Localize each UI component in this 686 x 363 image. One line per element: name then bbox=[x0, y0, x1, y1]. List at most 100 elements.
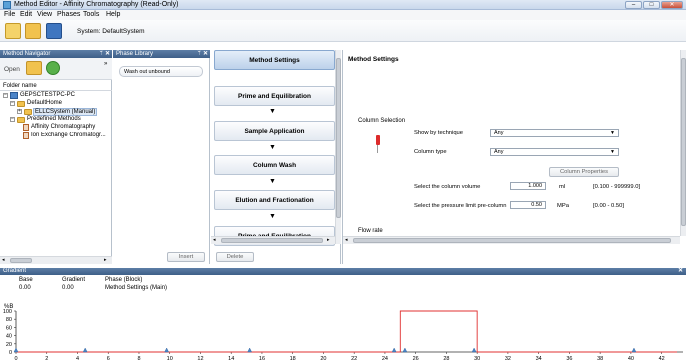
column-properties-button[interactable]: Column Properties bbox=[549, 167, 619, 177]
arrow-down-icon: ▼ bbox=[269, 213, 276, 220]
phase-marker bbox=[13, 347, 19, 353]
tree-item-ellc[interactable]: ELLCSystem (Manual) bbox=[33, 108, 98, 116]
delete-button[interactable]: Delete bbox=[216, 252, 254, 262]
phase-elution-fractionation[interactable]: Elution and Fractionation bbox=[214, 190, 335, 210]
menu-file[interactable]: File bbox=[4, 11, 15, 18]
folder-icon bbox=[24, 109, 32, 115]
x-tick-label: 12 bbox=[197, 356, 203, 362]
x-tick-label: 0 bbox=[14, 356, 17, 362]
phase-marker bbox=[402, 347, 408, 353]
refresh-icon[interactable] bbox=[46, 61, 60, 75]
pressure-limit-input[interactable]: 0.50 bbox=[510, 201, 546, 209]
column-icon bbox=[376, 135, 380, 145]
folder-icon bbox=[17, 101, 25, 107]
scroll-right-icon[interactable]: ▸ bbox=[104, 257, 107, 263]
close-icon[interactable]: ✕ bbox=[105, 50, 110, 58]
scroll-thumb[interactable] bbox=[221, 238, 323, 243]
x-tick-label: 28 bbox=[443, 356, 449, 362]
folder-name-header: Folder name bbox=[3, 83, 37, 89]
menu-phases[interactable]: Phases bbox=[57, 11, 80, 18]
column-type-dropdown[interactable]: Any ▼ bbox=[490, 148, 619, 156]
scroll-thumb[interactable] bbox=[336, 58, 341, 218]
scroll-right-icon[interactable]: ▸ bbox=[327, 237, 330, 243]
close-button[interactable]: ✕ bbox=[661, 1, 683, 9]
phase-library-title: Phase Library bbox=[116, 51, 154, 57]
phase-marker bbox=[82, 347, 88, 353]
pressure-unit: MPa bbox=[557, 203, 569, 209]
editor-vscroll[interactable] bbox=[680, 50, 686, 236]
phase-method-settings[interactable]: Method Settings bbox=[214, 50, 335, 70]
insert-button[interactable]: Insert bbox=[167, 252, 205, 262]
y-tick-label: 0 bbox=[9, 350, 12, 356]
volume-range: [0.100 - 999999.0] bbox=[593, 184, 641, 190]
x-tick-label: 6 bbox=[107, 356, 110, 362]
phase-library-item[interactable]: Wash out unbound bbox=[119, 66, 203, 77]
close-icon[interactable]: ✕ bbox=[203, 50, 208, 58]
x-tick-label: 38 bbox=[597, 356, 603, 362]
navigator-scrollbar[interactable]: ◂ ▸ bbox=[0, 256, 112, 264]
column-selection-label: Column Selection bbox=[358, 118, 406, 124]
editor-hscroll[interactable]: ◂ bbox=[343, 236, 680, 244]
divider bbox=[0, 90, 112, 91]
open-folder-icon[interactable] bbox=[25, 23, 41, 39]
expand-icon[interactable]: + bbox=[17, 109, 22, 114]
pin-icon[interactable]: ᛘ bbox=[197, 50, 201, 58]
tree-item-predefined[interactable]: Predefined Methods bbox=[27, 116, 81, 122]
navigator-title: Method Navigator bbox=[3, 51, 51, 57]
navigator-header: Method Navigator ᛘ ✕ bbox=[0, 50, 112, 58]
folder-icon bbox=[17, 117, 25, 123]
scroll-left-icon[interactable]: ◂ bbox=[2, 257, 5, 263]
open-folder-icon[interactable] bbox=[26, 61, 42, 75]
phase-prime-equilibration[interactable]: Prime and Equilibration bbox=[214, 86, 335, 106]
phases-hscroll[interactable]: ◂ ▸ bbox=[211, 236, 335, 244]
x-tick-label: 26 bbox=[413, 356, 419, 362]
show-by-technique-dropdown[interactable]: Any ▼ bbox=[490, 129, 619, 137]
scroll-left-icon[interactable]: ◂ bbox=[345, 237, 348, 243]
tree-item-default-home[interactable]: DefaultHome bbox=[27, 100, 62, 106]
new-method-icon[interactable] bbox=[5, 23, 21, 39]
navigator-toolbar: Open » bbox=[0, 58, 112, 80]
tree-item-root[interactable]: GEPSCTESTPC-PC bbox=[20, 92, 75, 98]
title-bar: Method Editor - Affinity Chromatography … bbox=[0, 0, 686, 10]
chevron-icon[interactable]: » bbox=[104, 61, 107, 67]
scroll-thumb[interactable] bbox=[353, 238, 671, 243]
open-label: Open bbox=[4, 66, 20, 73]
scroll-thumb[interactable] bbox=[10, 258, 32, 263]
menu-view[interactable]: View bbox=[37, 11, 52, 18]
save-icon[interactable] bbox=[46, 23, 62, 39]
x-tick-label: 40 bbox=[628, 356, 634, 362]
x-tick-label: 22 bbox=[351, 356, 357, 362]
arrow-down-icon: ▼ bbox=[269, 108, 276, 115]
x-tick-label: 32 bbox=[505, 356, 511, 362]
arrow-down-icon: ▼ bbox=[269, 144, 276, 151]
collapse-icon[interactable]: − bbox=[3, 93, 8, 98]
pin-icon[interactable]: ᛘ bbox=[99, 50, 103, 58]
x-tick-label: 30 bbox=[474, 356, 480, 362]
phase-sample-application[interactable]: Sample Application bbox=[214, 121, 335, 141]
scroll-left-icon[interactable]: ◂ bbox=[213, 237, 216, 243]
menu-tools[interactable]: Tools bbox=[83, 11, 99, 18]
scroll-thumb[interactable] bbox=[681, 58, 686, 226]
pressure-limit-label: Select the pressure limit pre-column bbox=[414, 203, 507, 209]
minimize-button[interactable]: – bbox=[625, 1, 642, 9]
x-tick-label: 24 bbox=[382, 356, 388, 362]
phases-vscroll[interactable] bbox=[335, 50, 341, 244]
menu-edit[interactable]: Edit bbox=[20, 11, 32, 18]
phase-marker bbox=[247, 347, 252, 353]
method-icon bbox=[23, 132, 29, 139]
gradient-chart[interactable]: %B0204060801000 2 4 6 8 10 12 14 16 18 20 22 24 26 28 3… bbox=[0, 268, 686, 363]
collapse-icon[interactable]: − bbox=[10, 101, 15, 106]
x-tick-label: 34 bbox=[536, 356, 542, 362]
column-tube-icon bbox=[377, 145, 378, 153]
menu-help[interactable]: Help bbox=[106, 11, 120, 18]
x-tick-label: 2 bbox=[45, 356, 48, 362]
column-volume-label: Select the column volume bbox=[414, 184, 481, 190]
tree-item-ion-exchange[interactable]: Ion Exchange Chromatogr... bbox=[31, 132, 111, 138]
phase-marker bbox=[164, 347, 169, 353]
collapse-icon[interactable]: − bbox=[10, 117, 15, 122]
maximize-button[interactable]: □ bbox=[643, 1, 660, 9]
phase-column-wash[interactable]: Column Wash bbox=[214, 155, 335, 175]
tree-item-affinity[interactable]: Affinity Chromatography bbox=[31, 124, 95, 130]
app-icon bbox=[3, 1, 11, 9]
column-volume-input[interactable]: 1.000 bbox=[510, 182, 546, 190]
